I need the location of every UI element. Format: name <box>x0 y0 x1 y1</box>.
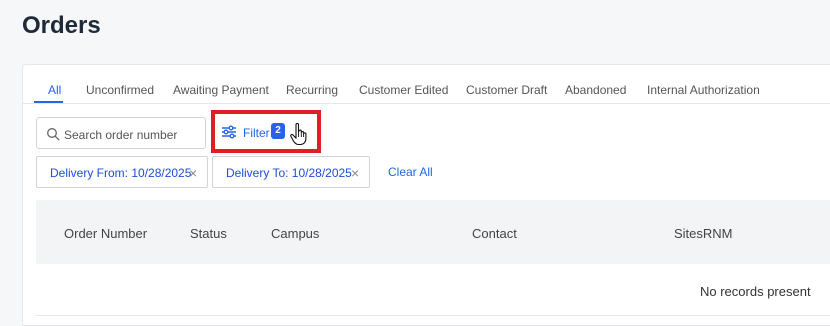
tab-abandoned[interactable]: Abandoned <box>565 83 626 97</box>
filter-chip-delivery-to: Delivery To: 10/28/2025 × <box>212 156 370 188</box>
tab-internal-authorization[interactable]: Internal Authorization <box>647 83 760 97</box>
hand-pointer-icon <box>290 123 307 146</box>
close-icon[interactable]: × <box>189 165 197 181</box>
sliders-icon <box>222 125 236 139</box>
tab-customer-edited[interactable]: Customer Edited <box>359 83 448 97</box>
filter-count-badge: 2 <box>271 123 285 139</box>
search-icon <box>47 128 60 141</box>
filter-chip-delivery-from: Delivery From: 10/28/2025 × <box>36 156 208 188</box>
active-tab-indicator <box>34 101 63 103</box>
column-header-order-number[interactable]: Order Number <box>64 226 147 241</box>
filter-label: Filter <box>243 126 270 140</box>
column-header-campus[interactable]: Campus <box>271 226 319 241</box>
tab-recurring[interactable]: Recurring <box>286 83 338 97</box>
close-icon[interactable]: × <box>351 165 359 181</box>
empty-state-message: No records present <box>700 284 811 299</box>
search-input[interactable] <box>62 124 206 146</box>
column-header-sitesrnm[interactable]: SitesRNM <box>674 226 733 241</box>
column-header-status[interactable]: Status <box>190 226 227 241</box>
tab-customer-draft[interactable]: Customer Draft <box>466 83 547 97</box>
search-box <box>36 117 206 149</box>
chip-label: Delivery To: 10/28/2025 <box>226 166 352 180</box>
tab-all[interactable]: All <box>48 83 61 97</box>
orders-card: All Unconfirmed Awaiting Payment Recurri… <box>22 64 830 326</box>
column-header-contact[interactable]: Contact <box>472 226 517 241</box>
tab-awaiting-payment[interactable]: Awaiting Payment <box>173 83 269 97</box>
order-tabs: All Unconfirmed Awaiting Payment Recurri… <box>23 65 830 104</box>
table-header: Order Number Status Campus Contact Sites… <box>36 200 830 264</box>
clear-all-link[interactable]: Clear All <box>388 165 433 179</box>
page-title: Orders <box>22 12 101 39</box>
tab-unconfirmed[interactable]: Unconfirmed <box>86 83 154 97</box>
chip-label: Delivery From: 10/28/2025 <box>50 166 192 180</box>
